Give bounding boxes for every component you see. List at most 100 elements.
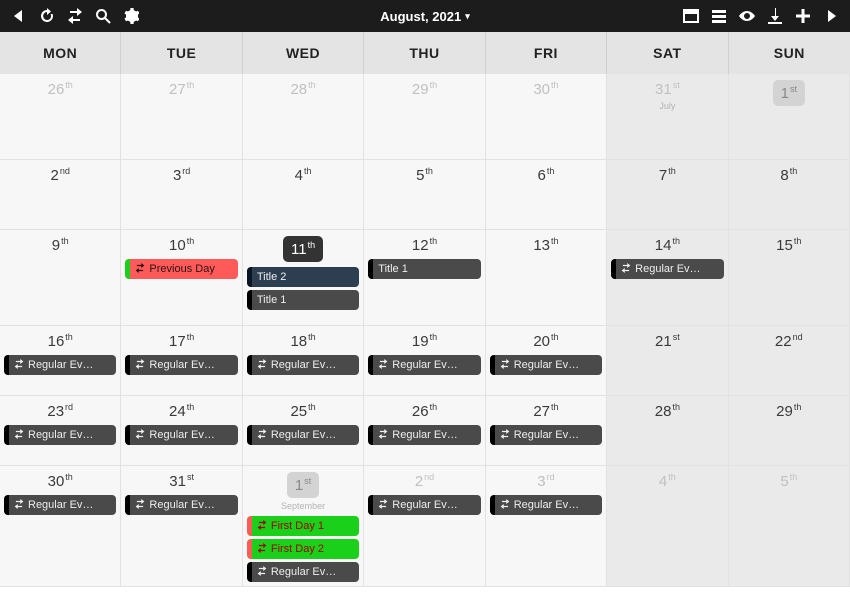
event-chip[interactable]: Regular Ev… [4, 425, 116, 445]
event-chip[interactable]: Regular Ev… [4, 355, 116, 375]
calendar-cell[interactable]: 1st [729, 74, 850, 160]
calendar-cell[interactable]: 14thRegular Ev… [607, 230, 728, 326]
event-label: Regular Ev… [392, 429, 474, 441]
event-label: Title 2 [257, 271, 353, 283]
event-chip[interactable]: Regular Ev… [247, 425, 359, 445]
event-chip[interactable]: Regular Ev… [247, 355, 359, 375]
calendar-cell[interactable]: 8th [729, 160, 850, 230]
calendar-cell[interactable]: 19th Regular Ev… [364, 326, 485, 396]
rows-icon[interactable] [710, 7, 728, 25]
gear-icon[interactable] [122, 7, 140, 25]
day-number: 6th [490, 166, 602, 186]
event-chip[interactable]: Regular Ev… [4, 495, 116, 515]
event-chip[interactable]: Regular Ev… [490, 425, 602, 445]
exchange-icon [500, 499, 510, 512]
day-number: 28th [247, 80, 359, 100]
exchange-icon [257, 543, 267, 556]
calendar-cell[interactable]: 28th [607, 396, 728, 466]
calendar-cell[interactable]: 16thRegular Ev… [0, 326, 121, 396]
calendar-cell[interactable]: 24thRegular Ev… [121, 396, 242, 466]
calendar-cell[interactable]: 15th [729, 230, 850, 326]
event-chip[interactable]: Title 1 [247, 290, 359, 310]
toolbar-right [682, 7, 850, 25]
calendar-cell[interactable]: 20thRegular Ev… [486, 326, 607, 396]
visibility-icon[interactable] [738, 7, 756, 25]
window-icon[interactable] [682, 7, 700, 25]
next-button[interactable] [822, 7, 840, 25]
month-label: August, 2021 [380, 9, 461, 24]
calendar-cell[interactable]: 30th [486, 74, 607, 160]
event-label: First Day 2 [271, 543, 353, 555]
calendar-cell[interactable]: 4th [243, 160, 364, 230]
event-chip[interactable]: Regular Ev… [490, 495, 602, 515]
event-label: Regular Ev… [514, 359, 596, 371]
dow-mon: MON [0, 32, 121, 74]
calendar-cell[interactable]: 28th [243, 74, 364, 160]
exchange-icon [14, 429, 24, 442]
calendar-cell[interactable]: 10thPrevious Day [121, 230, 242, 326]
event-label: Title 1 [257, 294, 353, 306]
exchange-icon[interactable] [66, 7, 84, 25]
calendar-cell[interactable]: 26th [0, 74, 121, 160]
calendar-cell[interactable]: 11thTitle 2Title 1 [243, 230, 364, 326]
calendar-cell[interactable]: 9th [0, 230, 121, 326]
calendar-cell[interactable]: 31stJuly [607, 74, 728, 160]
event-chip[interactable]: Regular Ev… [368, 495, 480, 515]
calendar-cell[interactable]: 4th [607, 466, 728, 587]
day-number: 7th [611, 166, 723, 186]
event-chip[interactable]: Previous Day [125, 259, 237, 279]
calendar-grid: 26th27th28th29th30th31stJuly1st2nd3rd4th… [0, 74, 850, 587]
calendar-cell[interactable]: 29th [729, 396, 850, 466]
calendar-cell[interactable]: 22nd [729, 326, 850, 396]
calendar-cell[interactable]: 3rd [121, 160, 242, 230]
search-icon[interactable] [94, 7, 112, 25]
calendar-cell[interactable]: 26thRegular Ev… [364, 396, 485, 466]
calendar-cell[interactable]: 5th [364, 160, 485, 230]
calendar-cell[interactable]: 1stSeptemberFirst Day 1First Day 2Regula… [243, 466, 364, 587]
calendar-cell[interactable]: 27th [121, 74, 242, 160]
calendar-cell[interactable]: 30thRegular Ev… [0, 466, 121, 587]
calendar-cell[interactable]: 2nd [0, 160, 121, 230]
event-chip[interactable]: First Day 2 [247, 539, 359, 559]
event-label: Regular Ev… [28, 429, 110, 441]
download-icon[interactable] [766, 7, 784, 25]
day-number: 1st [733, 80, 845, 108]
event-chip[interactable]: Regular Ev… [125, 355, 237, 375]
event-chip[interactable]: Regular Ev… [125, 425, 237, 445]
exchange-icon [14, 359, 24, 372]
calendar-cell[interactable]: 25thRegular Ev… [243, 396, 364, 466]
refresh-icon[interactable] [38, 7, 56, 25]
calendar-cell[interactable]: 21st [607, 326, 728, 396]
month-picker[interactable]: August, 2021 ▾ [380, 9, 469, 24]
day-number: 9th [4, 236, 116, 256]
event-chip[interactable]: Regular Ev… [125, 495, 237, 515]
event-chip[interactable]: Regular Ev… [368, 355, 480, 375]
event-chip[interactable]: Regular Ev… [247, 562, 359, 582]
day-number: 19th [368, 332, 480, 352]
day-number: 13th [490, 236, 602, 256]
event-chip[interactable]: Regular Ev… [611, 259, 723, 279]
calendar-cell[interactable]: 17thRegular Ev… [121, 326, 242, 396]
calendar-cell[interactable]: 12thTitle 1 [364, 230, 485, 326]
exchange-icon [135, 429, 145, 442]
event-chip[interactable]: Regular Ev… [368, 425, 480, 445]
calendar-cell[interactable]: 31stRegular Ev… [121, 466, 242, 587]
exchange-icon [500, 359, 510, 372]
calendar-cell[interactable]: 5th [729, 466, 850, 587]
calendar-cell[interactable]: 18thRegular Ev… [243, 326, 364, 396]
calendar-cell[interactable]: 27thRegular Ev… [486, 396, 607, 466]
calendar-cell[interactable]: 13th [486, 230, 607, 326]
calendar-cell[interactable]: 3rdRegular Ev… [486, 466, 607, 587]
event-chip[interactable]: Regular Ev… [490, 355, 602, 375]
calendar-cell[interactable]: 2ndRegular Ev… [364, 466, 485, 587]
calendar-cell[interactable]: 6th [486, 160, 607, 230]
event-chip[interactable]: Title 1 [368, 259, 480, 279]
event-chip[interactable]: Title 2 [247, 267, 359, 287]
event-label: Regular Ev… [28, 359, 110, 371]
event-chip[interactable]: First Day 1 [247, 516, 359, 536]
prev-button[interactable] [10, 7, 28, 25]
calendar-cell[interactable]: 23rdRegular Ev… [0, 396, 121, 466]
add-button[interactable] [794, 7, 812, 25]
calendar-cell[interactable]: 29th [364, 74, 485, 160]
calendar-cell[interactable]: 7th [607, 160, 728, 230]
